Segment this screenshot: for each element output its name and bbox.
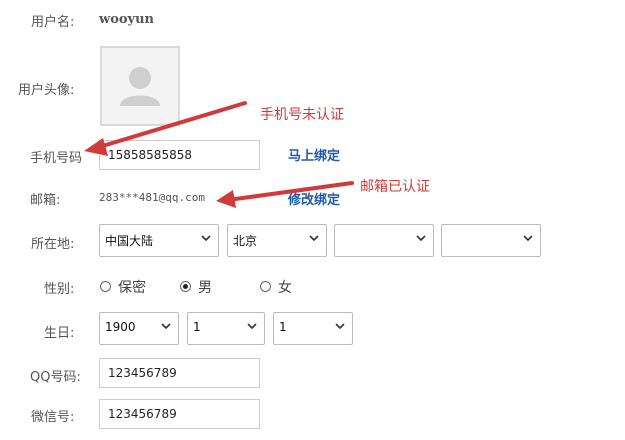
phone-unverified-note: 手机号未认证 <box>260 107 344 123</box>
email-note-arrow-icon <box>216 181 354 208</box>
email-verified-note: 邮箱已认证 <box>360 179 430 195</box>
annotation-arrows <box>84 101 354 208</box>
phone-note-arrow-icon <box>84 101 247 156</box>
